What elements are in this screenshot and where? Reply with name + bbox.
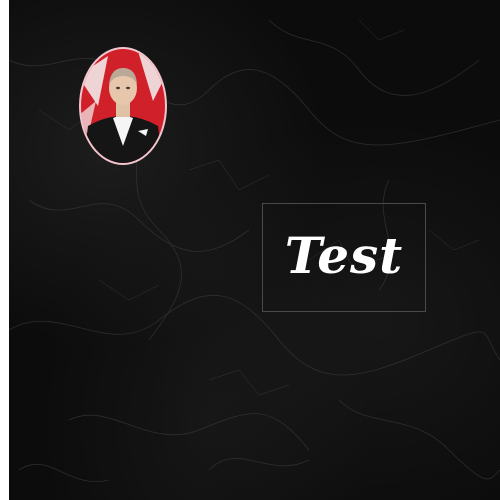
marble-background: Test bbox=[9, 0, 500, 500]
portrait-medallion-icon bbox=[79, 47, 167, 165]
title-text: Test bbox=[284, 226, 404, 285]
title-frame: Test bbox=[262, 203, 426, 312]
